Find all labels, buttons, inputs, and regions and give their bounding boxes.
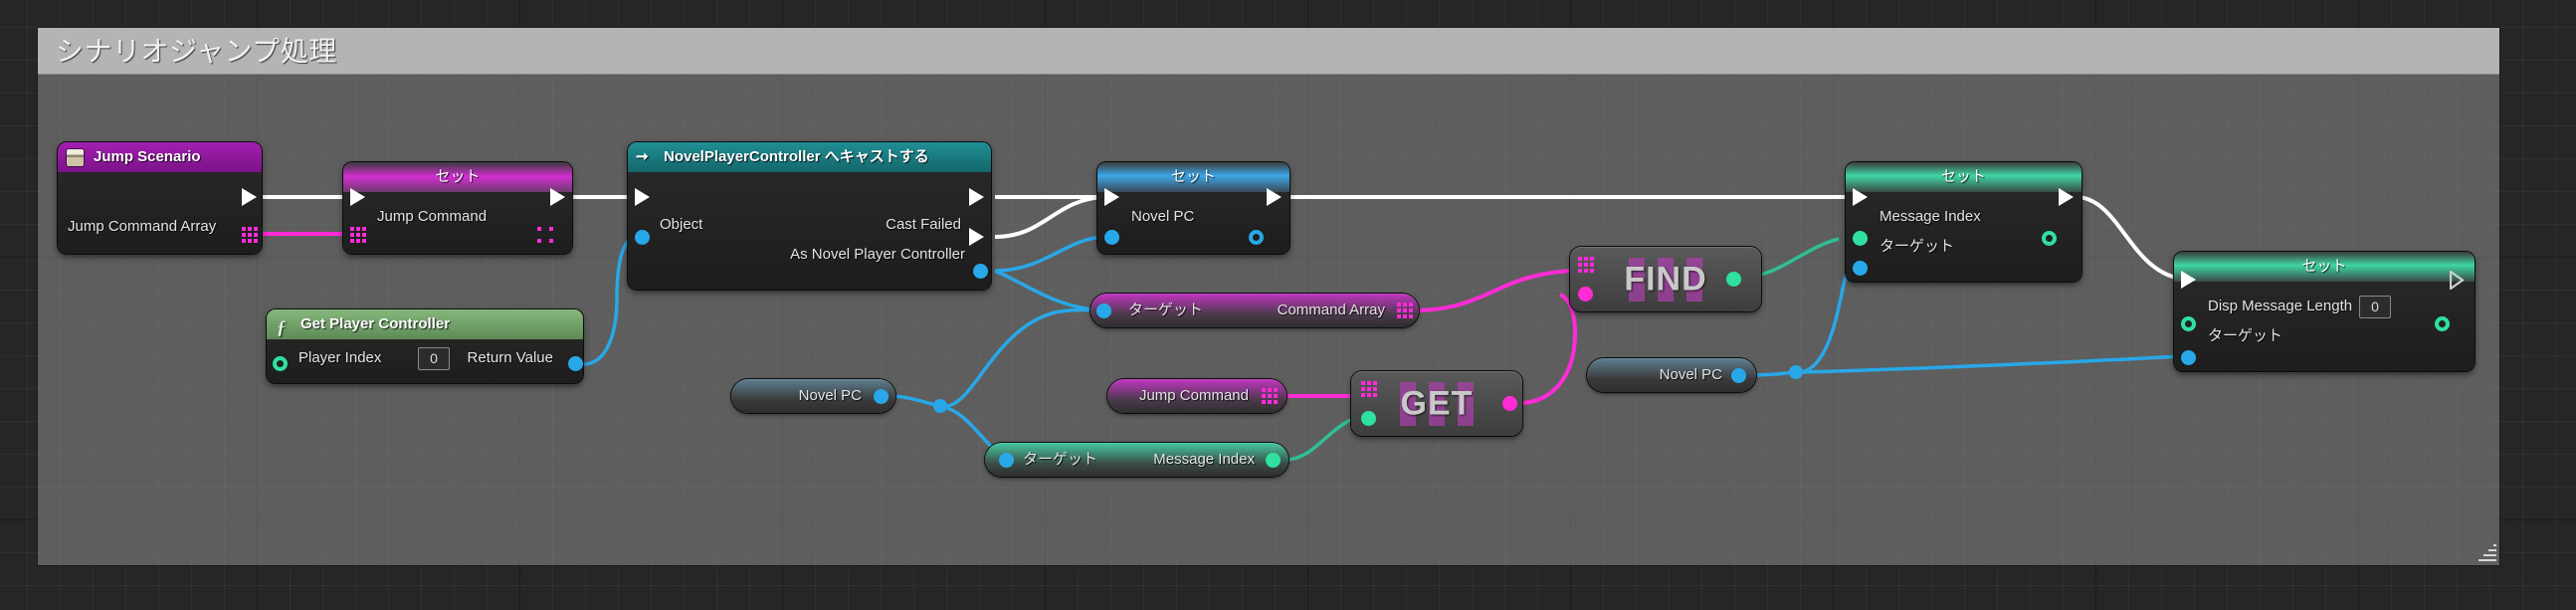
label-novel-pc: Novel PC <box>798 387 862 404</box>
exec-pin-out-set-message-index[interactable] <box>2059 188 2074 206</box>
node-header: セット <box>2174 252 2475 282</box>
event-icon <box>67 149 84 166</box>
data-pin-out-novel-pc[interactable] <box>1249 230 1264 245</box>
wire-knot-1[interactable] <box>933 399 947 413</box>
node-header: Jump Scenario <box>58 142 262 172</box>
data-pin-find-item[interactable] <box>1578 287 1593 302</box>
node-get-player-controller[interactable]: ƒ Get Player Controller Player Index 0 R… <box>267 309 583 383</box>
node-header: セット <box>343 162 572 192</box>
array-pin-in-jump-command[interactable] <box>350 227 366 243</box>
label-novel-pc-2: Novel PC <box>1659 366 1722 383</box>
node-get-novel-pc-1[interactable]: Novel PC <box>731 379 895 413</box>
node-get-command-array[interactable]: ターゲット Command Array <box>1090 294 1419 327</box>
node-title: Jump Scenario <box>94 148 201 165</box>
pin-label-disp-message-length: Disp Message Length <box>2208 298 2353 314</box>
pin-label-target-disp-message-length: ターゲット <box>2208 327 2283 344</box>
data-pin-object[interactable] <box>635 230 650 245</box>
node-header: セット <box>1846 162 2081 192</box>
exec-pin-out-set-disp-message-length[interactable] <box>2450 271 2465 290</box>
cast-icon: ➞ <box>636 148 649 165</box>
node-event-jump-scenario[interactable]: Jump Scenario Jump Command Array <box>58 142 262 254</box>
data-pin-novel-pc-1[interactable] <box>874 389 889 404</box>
data-pin-target-command-array[interactable] <box>1096 304 1111 318</box>
data-pin-in-novel-pc[interactable] <box>1104 230 1119 245</box>
node-title: セット <box>2301 258 2347 275</box>
node-cast-novel-player-controller[interactable]: ➞ NovelPlayerController へキャストする Object C… <box>628 142 991 290</box>
exec-pin-out-event[interactable] <box>242 188 257 206</box>
data-pin-get-output[interactable] <box>1502 396 1517 411</box>
comment-resize-grip[interactable] <box>2475 540 2496 562</box>
comment-header[interactable] <box>38 28 2499 75</box>
data-pin-target-message-index[interactable] <box>999 453 1014 468</box>
data-pin-out-message-index[interactable] <box>2042 231 2057 246</box>
data-pin-message-index-out[interactable] <box>1266 453 1281 468</box>
node-header: セット <box>1097 162 1289 192</box>
exec-pin-out-set-novel-pc[interactable] <box>1267 188 1282 206</box>
comment-title: シナリオジャンプ処理 <box>56 36 337 67</box>
data-pin-as-novel-player-controller[interactable] <box>973 264 988 279</box>
pin-label-target: ターゲット <box>1128 302 1204 318</box>
data-pin-get-index[interactable] <box>1361 411 1376 426</box>
node-header: ƒ Get Player Controller <box>267 309 583 339</box>
label-jump-command: Jump Command <box>1138 387 1249 404</box>
player-index-value-field[interactable]: 0 <box>418 347 450 370</box>
array-pin-out-jump-command[interactable] <box>537 227 553 243</box>
exec-pin-out-set-jump-command[interactable] <box>550 188 565 206</box>
blueprint-canvas[interactable]: シナリオジャンプ処理 Jump Scenario Jump Command Ar… <box>0 0 2576 610</box>
exec-pin-in-set-jump-command[interactable] <box>350 188 365 206</box>
pin-label-command-array: Command Array <box>1277 302 1385 318</box>
array-pin-find-input[interactable] <box>1578 257 1594 273</box>
exec-pin-in-set-novel-pc[interactable] <box>1104 188 1119 206</box>
exec-pin-in-set-disp-message-length[interactable] <box>2181 271 2196 289</box>
pin-label-jump-command-array: Jump Command Array <box>68 218 217 235</box>
pin-label-return-value: Return Value <box>467 349 553 366</box>
array-pin-command-array[interactable] <box>1397 303 1413 318</box>
array-pin-jump-command-array[interactable] <box>242 227 258 243</box>
data-pin-in-message-index[interactable] <box>1853 231 1868 246</box>
node-set-message-index[interactable]: セット Message Index ターゲット <box>1846 162 2081 282</box>
array-pin-get-input[interactable] <box>1361 381 1377 397</box>
pin-label-object: Object <box>660 216 703 233</box>
node-title: NovelPlayerController へキャストする <box>664 148 929 165</box>
data-pin-in-target-message-index[interactable] <box>1853 261 1868 276</box>
node-get-jump-command[interactable]: Jump Command <box>1107 379 1287 413</box>
disp-message-length-value-field[interactable]: 0 <box>2359 296 2391 318</box>
pin-label-message-index-set: Message Index <box>1880 208 1981 225</box>
pin-label-target-message-index: ターゲット <box>1023 451 1098 468</box>
node-title: セット <box>1170 168 1216 185</box>
exec-pin-out-cast[interactable] <box>969 188 984 206</box>
pin-label-cast-failed: Cast Failed <box>886 216 961 233</box>
data-pin-out-disp-message-length[interactable] <box>2435 316 2450 331</box>
data-pin-novel-pc-2[interactable] <box>1731 368 1746 383</box>
node-title: セット <box>1940 168 1986 185</box>
data-pin-in-disp-message-length[interactable] <box>2181 316 2196 331</box>
data-pin-in-target-disp-message-length[interactable] <box>2181 350 2196 365</box>
pin-label-message-index: Message Index <box>1153 451 1255 468</box>
pin-label-player-index: Player Index <box>298 349 382 366</box>
node-title: Get Player Controller <box>300 315 451 332</box>
pin-label-novel-pc: Novel PC <box>1131 208 1195 225</box>
pin-label-as-novel-player-controller: As Novel Player Controller <box>790 246 965 263</box>
array-pin-jump-command-get[interactable] <box>1262 388 1278 404</box>
node-get-message-index[interactable]: ターゲット Message Index <box>985 443 1288 477</box>
data-pin-find-output[interactable] <box>1726 272 1741 287</box>
data-pin-player-index[interactable] <box>273 356 288 371</box>
node-set-disp-message-length[interactable]: セット Disp Message Length 0 ターゲット <box>2174 252 2475 371</box>
node-title: セット <box>435 168 481 185</box>
pin-label-jump-command: Jump Command <box>377 208 488 225</box>
exec-pin-in-cast[interactable] <box>635 188 650 206</box>
exec-pin-in-set-message-index[interactable] <box>1853 188 1868 206</box>
wire-knot-2[interactable] <box>1789 365 1803 379</box>
data-pin-return-value[interactable] <box>568 356 583 371</box>
exec-pin-cast-failed[interactable] <box>969 228 984 246</box>
pin-label-target-set-message-index: ターゲット <box>1880 238 1955 255</box>
node-header: ➞ NovelPlayerController へキャストする <box>628 142 991 172</box>
